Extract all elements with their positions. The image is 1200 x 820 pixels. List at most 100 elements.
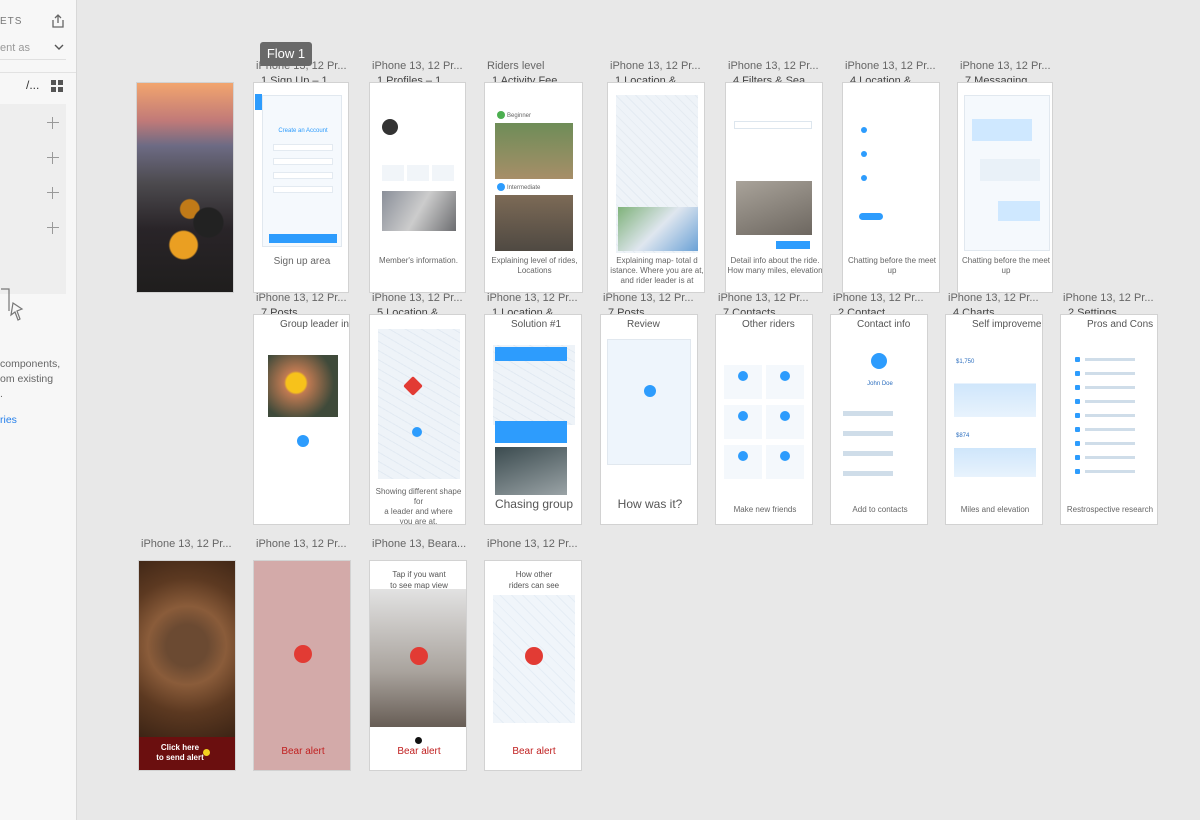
artboard[interactable]: Review How was it? [600, 314, 698, 525]
add-character-styles-icon[interactable] [47, 152, 59, 164]
artboard-device-label[interactable]: iPhone 13, 12 Pr... [487, 538, 585, 550]
artboard-overlay-label: How other riders can see [508, 570, 560, 590]
artboard[interactable]: Chatting before the meet up [842, 82, 940, 293]
profile-cycling-photo [382, 191, 456, 231]
artboard-overlay-label: Tap if you want to see map view [390, 570, 448, 590]
grid-view-icon[interactable] [51, 80, 63, 92]
chase-header [495, 347, 567, 361]
leader-map [378, 329, 460, 479]
artboard[interactable]: Tap if you want to see map view Bear aler… [369, 560, 467, 771]
export-icon[interactable] [50, 13, 66, 29]
rider-avatar [780, 451, 790, 461]
artboard-device-label[interactable]: iPhone 13, 12 Pr... [372, 292, 469, 304]
profile-stat-box [432, 165, 454, 181]
artboard-device-label[interactable]: iPhone 13, 12 Pr... [372, 60, 469, 72]
asset-section-list [0, 104, 66, 294]
artboard-device-label[interactable]: iPhone 13, 12 Pr... [960, 60, 1056, 72]
settings-row[interactable] [1085, 414, 1135, 417]
area-chart-2 [954, 441, 1036, 477]
artboard[interactable]: Showing different shape for a leader and… [369, 314, 466, 525]
artboard[interactable]: Chatting before the meet up [957, 82, 1053, 293]
contact-name: John Doe [867, 381, 893, 387]
artboard[interactable]: Self improvement Miles and elevation $1,75… [945, 314, 1043, 525]
divider [0, 72, 76, 73]
timeline-button[interactable] [859, 213, 883, 220]
artboard-caption: Member's information. [379, 256, 458, 265]
artboard[interactable]: Group leader info [253, 314, 350, 525]
artboard[interactable]: Member's information. [369, 82, 466, 293]
artboard-caption: Bear alert [397, 746, 441, 757]
artboard-device-label[interactable]: iPhone 13, 12 Pr... [718, 292, 816, 304]
settings-row[interactable] [1085, 400, 1135, 403]
join-button[interactable] [776, 241, 810, 249]
artboard-device-label[interactable]: iPhone 13, Beara... [372, 538, 470, 550]
artboard-device-label[interactable]: iPhone 13, 12 Pr... [487, 292, 585, 304]
learn-more-link[interactable]: ries [0, 414, 17, 426]
add-colors-icon[interactable] [47, 117, 59, 129]
add-assets-icon[interactable] [47, 222, 59, 234]
artboard[interactable]: Detail info about the ride. How many mil… [725, 82, 823, 293]
map-toggle-dot[interactable] [415, 737, 422, 744]
settings-icon [1075, 385, 1080, 390]
bear-alert-icon[interactable] [525, 647, 543, 665]
signup-screen: Create an Account [255, 94, 342, 247]
settings-icon [1075, 399, 1080, 404]
send-alert-indicator[interactable] [203, 749, 210, 756]
artboard-device-label[interactable]: iPhone 13, 12 Pr... [845, 60, 943, 72]
artboard-device-label[interactable]: iPhone 13, 12 Pr... [1063, 292, 1161, 304]
leader-avatar [297, 435, 309, 447]
artboard-device-label[interactable]: iPhone 13, 12 Pr... [256, 292, 353, 304]
bike-shape [165, 173, 227, 263]
settings-icon [1075, 427, 1080, 432]
artboard-device-label[interactable]: iPhone 13, 12 Pr... [141, 538, 239, 550]
artboard[interactable]: Explaining level of rides, Locations Begi… [484, 82, 583, 293]
contact-detail [843, 411, 893, 416]
timeline-dot [861, 127, 867, 133]
chevron-down-icon[interactable] [54, 42, 64, 52]
rider-avatar [780, 371, 790, 381]
artboard[interactable]: Sign up area Create an Account [253, 82, 349, 293]
artboard-device-label[interactable]: iPhone 13, 12 Pr... [833, 292, 931, 304]
settings-row[interactable] [1085, 358, 1135, 361]
rider-avatar [780, 411, 790, 421]
artboard[interactable]: Bear alert [253, 560, 351, 771]
design-canvas[interactable]: iPhone 13, 12 Pr... 1 Sign Up – 1 Sign up … [78, 0, 1200, 820]
artboard-caption: Chatting before the meet up [847, 256, 937, 275]
artboard[interactable]: How other riders can see Bear alert [484, 560, 582, 771]
settings-row[interactable] [1085, 470, 1135, 473]
artboard-device-label[interactable]: iPhone 13, 12 Pr... [256, 538, 354, 550]
artboard-device-label[interactable]: Riders level [487, 60, 586, 72]
beginner-photo [495, 123, 573, 179]
settings-row[interactable] [1085, 386, 1135, 389]
settings-row[interactable] [1085, 456, 1135, 459]
beginner-label: Beginner [507, 113, 532, 119]
artboard[interactable]: Pros and Cons Restrospective research [1060, 314, 1158, 525]
artboard[interactable]: Contact info Add to contacts John Doe [830, 314, 928, 525]
bear-alert-icon[interactable] [294, 645, 312, 663]
artboard-device-label[interactable]: iPhone 13, 12 Pr... [610, 60, 708, 72]
trail-photo [736, 181, 812, 235]
artboard-device-label[interactable]: iPhone 13, 12 Pr... [948, 292, 1046, 304]
panel-title: ETS [0, 16, 23, 27]
rider-avatar [738, 451, 748, 461]
artboard-device-label[interactable]: iPhone 13, 12 Pr... [728, 60, 826, 72]
artboard[interactable]: Other riders Make new friends [715, 314, 813, 525]
settings-row[interactable] [1085, 372, 1135, 375]
chase-card [495, 421, 567, 443]
settings-row[interactable] [1085, 442, 1135, 445]
chat-bubble [980, 159, 1040, 181]
review-card [607, 339, 691, 465]
artboard[interactable]: Explaining map- total d istance. Where y… [607, 82, 705, 293]
artboard[interactable] [136, 82, 234, 293]
bear-alert-icon[interactable] [410, 647, 428, 665]
add-components-icon[interactable] [47, 187, 59, 199]
flow-tooltip: Flow 1 [260, 42, 312, 66]
settings-row[interactable] [1085, 428, 1135, 431]
artboard-device-label[interactable]: iPhone 13, 12 Pr... [603, 292, 701, 304]
artboard-caption: Miles and elevation [960, 505, 1030, 514]
selection-handle[interactable] [255, 94, 262, 110]
artboard[interactable]: Solution #1 Chasing group [484, 314, 582, 525]
artboard-caption: Make new friends [733, 505, 797, 514]
signup-cta-button[interactable] [269, 234, 337, 243]
artboard[interactable]: Click here to send alert [138, 560, 236, 771]
